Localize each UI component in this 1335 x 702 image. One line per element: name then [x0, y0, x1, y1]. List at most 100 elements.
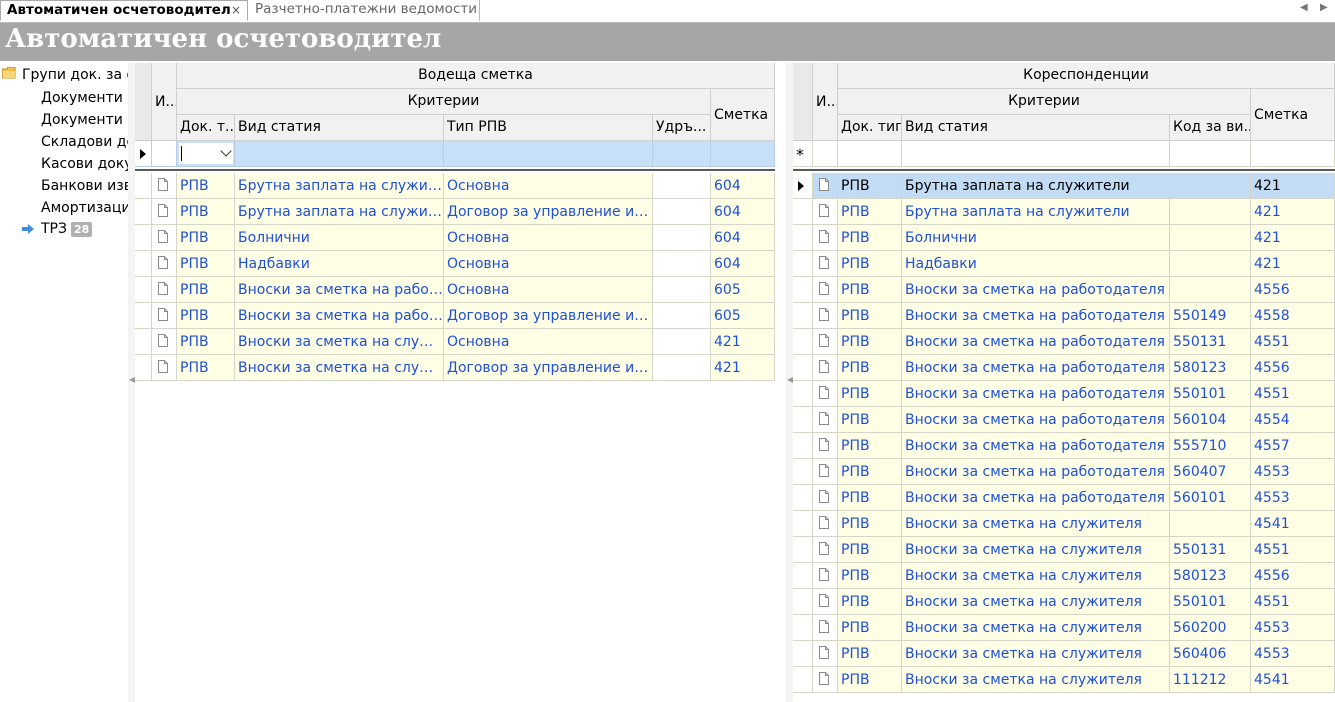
table-row[interactable]: РПВ Вноски за сметка на служителя 550131 45…: [793, 537, 1335, 563]
account-cell[interactable]: 4541: [1251, 511, 1335, 537]
row-indicator[interactable]: [135, 277, 152, 303]
doc-type-cell[interactable]: РПВ: [838, 667, 902, 693]
account-cell[interactable]: 604: [711, 199, 775, 225]
row-indicator[interactable]: [793, 355, 813, 381]
column-header-article-type[interactable]: Вид статия: [902, 115, 1170, 141]
chevron-down-icon[interactable]: [220, 145, 232, 157]
column-header-article-type[interactable]: Вид статия: [235, 115, 444, 141]
account-cell[interactable]: 604: [711, 173, 775, 199]
row-indicator[interactable]: [135, 303, 152, 329]
doc-type-cell[interactable]: РПВ: [838, 589, 902, 615]
table-row[interactable]: РПВ Вноски за сметка на служителя 4541: [793, 511, 1335, 537]
code-cell[interactable]: 580123: [1170, 355, 1251, 381]
new-row-cell[interactable]: [1170, 141, 1251, 167]
account-cell[interactable]: 4551: [1251, 381, 1335, 407]
code-cell[interactable]: 560101: [1170, 485, 1251, 511]
account-cell[interactable]: 421: [711, 355, 775, 381]
deduction-cell[interactable]: [653, 251, 711, 277]
row-indicator[interactable]: [793, 303, 813, 329]
article-type-cell[interactable]: Брутна заплата на служители: [235, 173, 444, 199]
account-cell[interactable]: 421: [711, 329, 775, 355]
new-row-cell[interactable]: [1251, 141, 1335, 167]
code-cell[interactable]: 550101: [1170, 589, 1251, 615]
table-row[interactable]: РПВ Брутна заплата на служители 421: [793, 199, 1335, 225]
new-row-cell[interactable]: [902, 141, 1170, 167]
account-cell[interactable]: 4556: [1251, 355, 1335, 381]
table-row[interactable]: РПВ Вноски за сметка на служителя 111212 45…: [793, 667, 1335, 693]
deduction-cell[interactable]: [653, 277, 711, 303]
table-row[interactable]: РПВ Вноски за сметка на работодателя 55010…: [793, 381, 1335, 407]
row-indicator[interactable]: [135, 199, 152, 225]
article-type-cell[interactable]: Вноски за сметка на служителя: [902, 511, 1170, 537]
doc-type-combo-cell[interactable]: [177, 141, 235, 167]
article-type-cell[interactable]: Вноски за сметка на служителя: [902, 641, 1170, 667]
row-indicator[interactable]: [793, 329, 813, 355]
table-row[interactable]: РПВВноски за сметка на служителяДоговор …: [135, 355, 775, 381]
code-cell[interactable]: 111212: [1170, 667, 1251, 693]
table-row[interactable]: РПВ Брутна заплата на служители Основна 604: [135, 173, 775, 199]
code-cell[interactable]: 550149: [1170, 303, 1251, 329]
article-type-cell[interactable]: Вноски за сметка на работодателя: [902, 277, 1170, 303]
column-header-account[interactable]: Сметка: [711, 89, 775, 141]
row-indicator[interactable]: [793, 589, 813, 615]
article-type-cell[interactable]: Надбавки: [235, 251, 444, 277]
doc-type-cell[interactable]: РПВ: [838, 199, 902, 225]
new-row-cell[interactable]: [711, 141, 775, 167]
row-indicator[interactable]: [793, 225, 813, 251]
scroll-left-icon[interactable]: ◀: [1300, 2, 1308, 13]
tree-item[interactable]: Документи з: [41, 87, 128, 109]
splitter-left[interactable]: ◀: [128, 63, 135, 702]
row-indicator[interactable]: [793, 641, 813, 667]
doc-type-cell[interactable]: РПВ: [838, 329, 902, 355]
account-cell[interactable]: 4551: [1251, 589, 1335, 615]
row-indicator[interactable]: [793, 563, 813, 589]
doc-type-cell[interactable]: РПВ: [838, 511, 902, 537]
account-cell[interactable]: 4553: [1251, 615, 1335, 641]
table-row[interactable]: РПВ Вноски за сметка на работодателя 55013…: [793, 329, 1335, 355]
code-cell[interactable]: [1170, 225, 1251, 251]
deduction-cell[interactable]: [653, 355, 711, 381]
close-icon[interactable]: ×: [231, 1, 241, 20]
table-row[interactable]: РПВ Брутна заплата на служители 421: [793, 173, 1335, 199]
doc-type-cell[interactable]: РПВ: [838, 251, 902, 277]
article-type-cell[interactable]: Болнични: [902, 225, 1170, 251]
code-cell[interactable]: 560104: [1170, 407, 1251, 433]
doc-type-cell[interactable]: РПВ: [838, 433, 902, 459]
code-cell[interactable]: [1170, 511, 1251, 537]
account-cell[interactable]: 4551: [1251, 329, 1335, 355]
column-header-indicator[interactable]: И...: [152, 63, 177, 141]
table-row[interactable]: РПВВноски за сметка на работодателяДогов…: [135, 303, 775, 329]
account-cell[interactable]: 421: [1251, 173, 1335, 199]
table-row[interactable]: РПВ Болнични Основна 604: [135, 225, 775, 251]
account-cell[interactable]: 604: [711, 225, 775, 251]
doc-type-cell[interactable]: РПВ: [838, 277, 902, 303]
row-indicator[interactable]: [793, 277, 813, 303]
table-row[interactable]: РПВ Вноски за сметка на работодателя 4556: [793, 277, 1335, 303]
doc-type-cell[interactable]: РПВ: [838, 459, 902, 485]
deduction-cell[interactable]: [653, 225, 711, 251]
column-header-indicator[interactable]: И...: [813, 63, 838, 141]
rpv-type-cell[interactable]: Основна: [444, 173, 653, 199]
doc-type-combo[interactable]: [179, 143, 233, 164]
table-row[interactable]: РПВ Болнични 421: [793, 225, 1335, 251]
column-header-rpv-type[interactable]: Тип РПВ: [444, 115, 653, 141]
row-indicator[interactable]: [793, 511, 813, 537]
row-indicator[interactable]: [135, 355, 152, 381]
account-cell[interactable]: 421: [1251, 225, 1335, 251]
account-cell[interactable]: 605: [711, 277, 775, 303]
account-cell[interactable]: 4556: [1251, 563, 1335, 589]
column-header-doc-type[interactable]: Док. тип: [838, 115, 902, 141]
article-type-cell[interactable]: Брутна заплата на служители: [235, 199, 444, 225]
account-cell[interactable]: 604: [711, 251, 775, 277]
account-cell[interactable]: 4541: [1251, 667, 1335, 693]
row-indicator[interactable]: [793, 615, 813, 641]
article-type-cell[interactable]: Вноски за сметка на служителя: [235, 355, 444, 381]
column-header-account[interactable]: Сметка: [1251, 89, 1335, 141]
row-indicator[interactable]: [793, 407, 813, 433]
table-row[interactable]: РПВВноски за сметка на работодателяОснов…: [135, 277, 775, 303]
doc-type-cell[interactable]: РПВ: [838, 615, 902, 641]
row-indicator[interactable]: [793, 381, 813, 407]
code-cell[interactable]: 560200: [1170, 615, 1251, 641]
tree-item[interactable]: Складови до: [41, 131, 128, 153]
deduction-cell[interactable]: [653, 173, 711, 199]
